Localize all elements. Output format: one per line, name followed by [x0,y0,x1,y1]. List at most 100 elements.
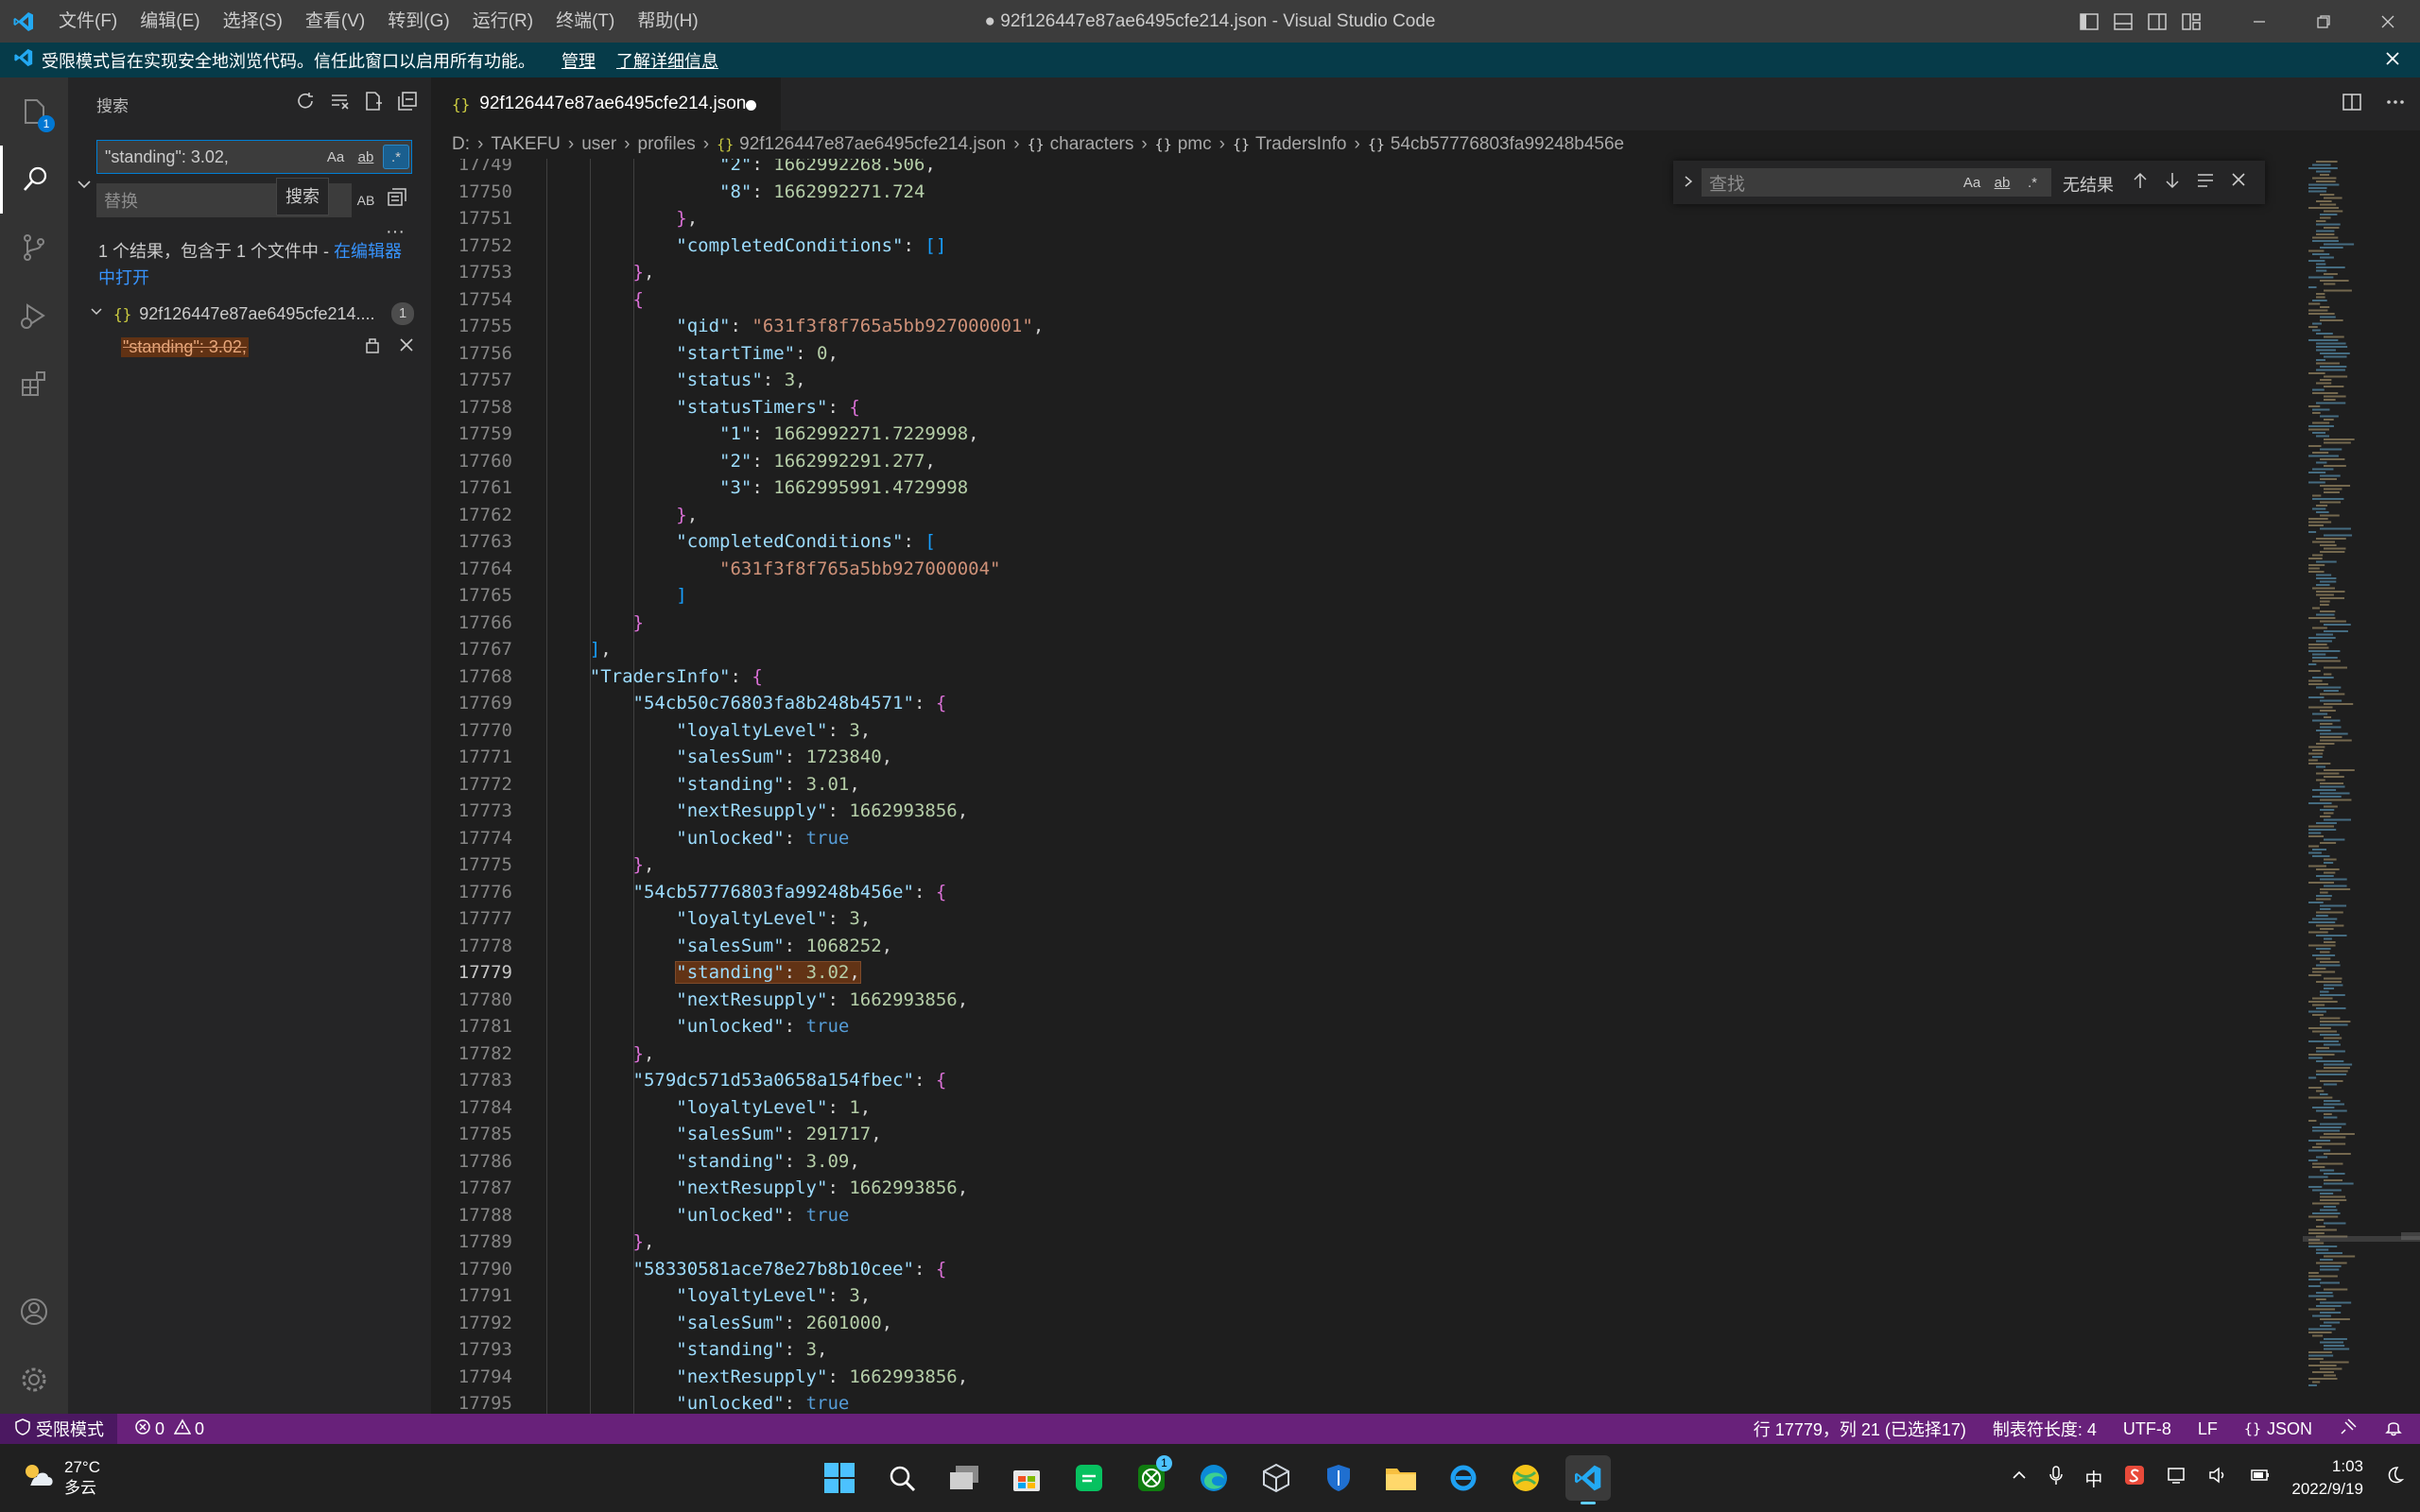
start-windows-icon[interactable] [817,1455,862,1501]
minimap-line [2308,1328,2336,1331]
find-regex-toggle[interactable]: .* [2019,170,2046,195]
volume-icon[interactable] [2208,1466,2229,1490]
restore-button[interactable] [2291,0,2356,43]
toggle-panel-icon[interactable] [2106,0,2140,43]
find-whole-word-toggle[interactable]: ab [1989,170,2015,195]
media-player-icon[interactable] [1503,1455,1548,1501]
toggle-secondary-sidebar-icon[interactable] [2140,0,2174,43]
edge-icon[interactable] [1191,1455,1236,1501]
close-window-button[interactable] [2356,0,2420,43]
input-method[interactable]: 中 [2084,1466,2102,1491]
learn-more-link[interactable]: 了解详细信息 [616,48,718,73]
toggle-sidebar-icon[interactable] [2072,0,2106,43]
dismiss-icon[interactable] [397,335,416,359]
menu-selection[interactable]: 选择(S) [212,0,294,43]
close-banner-icon[interactable] [2382,48,2403,74]
collapse-all-icon[interactable] [397,91,418,116]
search-input[interactable]: "standing": 3.02, Aa ab .* [96,140,412,174]
language-mode[interactable]: {} JSON [2244,1419,2312,1439]
replace-icon[interactable] [363,335,382,359]
battery-icon[interactable] [2250,1466,2271,1490]
menu-view[interactable]: 查看(V) [294,0,376,43]
explorer-icon[interactable]: 1 [0,77,68,146]
clear-results-icon[interactable] [329,91,350,116]
internet-explorer-icon[interactable] [1441,1455,1486,1501]
next-match-arrow-down-icon[interactable] [2163,170,2182,197]
find-match-case-toggle[interactable]: Aa [1959,170,1985,195]
toggle-replace-chevron-icon[interactable] [1681,172,1696,197]
taskbar-search-icon[interactable] [879,1455,925,1501]
manage-link[interactable]: 管理 [562,48,596,73]
problems-indicator[interactable]: 0 0 [134,1418,204,1440]
use-regex-toggle[interactable]: .* [383,145,409,169]
match-whole-word-toggle[interactable]: ab [353,145,379,169]
clock[interactable]: 1:03 2022/9/19 [2291,1455,2363,1501]
menu-file[interactable]: 文件(F) [47,0,129,43]
previous-match-arrow-up-icon[interactable] [2131,170,2150,197]
settings-gear-icon[interactable] [0,1346,68,1414]
microsoft-store-icon[interactable] [1004,1455,1049,1501]
minimap[interactable] [2303,159,2420,1414]
breadcrumb-tradersinfo[interactable]: TradersInfo [1255,134,1346,155]
encoding[interactable]: UTF-8 [2123,1419,2171,1439]
unsaved-dot-icon[interactable] [746,100,756,111]
scrollbar-thumb[interactable] [2401,1232,2420,1240]
breadcrumb-takefu[interactable]: TAKEFU [491,134,561,155]
new-search-editor-icon[interactable] [363,91,384,116]
search-match-item[interactable]: "standing": 3.02, [68,333,431,361]
wechat-icon[interactable] [1066,1455,1112,1501]
weather-widget[interactable]: 27°C 多云 [21,1457,100,1499]
notification-moon-icon[interactable] [2384,1465,2405,1491]
sogou-ime-icon[interactable] [2123,1464,2146,1492]
extensions-icon[interactable] [0,350,68,418]
notifications-bell-icon[interactable] [2384,1418,2403,1441]
minimap-line [2308,339,2339,341]
end-of-line[interactable]: LF [2198,1419,2218,1439]
breadcrumb-trader-id[interactable]: 54cb57776803fa99248b456e [1391,134,1624,155]
breadcrumb-profiles[interactable]: profiles [638,134,696,155]
chevron-up-icon[interactable] [2011,1467,2028,1489]
tab-size[interactable]: 制表符长度: 4 [1993,1417,2097,1441]
search-icon[interactable] [0,146,68,214]
accounts-icon[interactable] [0,1278,68,1346]
xbox-icon[interactable]: 1 [1129,1455,1174,1501]
breadcrumb-pmc[interactable]: pmc [1178,134,1212,155]
breadcrumb-file[interactable]: 92f126447e87ae6495cfe214.json [739,134,1006,155]
split-editor-icon[interactable] [2341,91,2363,119]
breadcrumb-characters[interactable]: characters [1050,134,1134,155]
unity-icon[interactable] [1253,1455,1299,1501]
file-explorer-folder-icon[interactable] [1378,1455,1424,1501]
restricted-mode-indicator[interactable]: 受限模式 [0,1414,117,1444]
close-find-icon[interactable] [2229,170,2248,197]
microphone-icon[interactable] [2048,1465,2064,1491]
find-input[interactable]: 查找 Aa ab .* [1702,168,2051,197]
menu-run[interactable]: 运行(R) [461,0,544,43]
defender-shield-icon[interactable] [1316,1455,1361,1501]
menu-help[interactable]: 帮助(H) [626,0,709,43]
replace-all-icon[interactable] [386,185,408,214]
minimize-button[interactable] [2227,0,2291,43]
cursor-position[interactable]: 行 17779，列 21 (已选择17) [1754,1417,1966,1441]
menu-terminal[interactable]: 终端(T) [544,0,626,43]
toggle-replace-chevron-icon[interactable] [74,174,95,200]
breadcrumb-user[interactable]: user [581,134,616,155]
match-case-toggle[interactable]: Aa [322,145,349,169]
source-control-icon[interactable] [0,214,68,282]
menu-edit[interactable]: 编辑(E) [129,0,211,43]
feedback-icon[interactable] [2339,1418,2358,1441]
breadcrumb-drive[interactable]: D: [452,134,470,155]
restricted-mode-banner: 受限模式旨在实现安全地浏览代码。信任此窗口以启用所有功能。 管理 了解详细信息 [0,43,2420,77]
vscode-taskbar-icon[interactable] [1565,1455,1611,1504]
customize-layout-icon[interactable] [2174,0,2208,43]
network-icon[interactable] [2167,1466,2187,1490]
menu-go[interactable]: 转到(G) [376,0,460,43]
preserve-case-toggle[interactable]: AB [352,187,380,214]
task-view-icon[interactable] [942,1455,987,1501]
code-editor[interactable]: 17749 "2": 1662992268.506, 17750 "8": 166… [431,159,2303,1414]
run-debug-icon[interactable] [0,282,68,350]
find-in-selection-icon[interactable] [2195,170,2216,197]
refresh-icon[interactable] [295,91,316,116]
more-actions-icon[interactable] [2384,91,2407,119]
result-file-row[interactable]: {} 92f126447e87ae6495cfe214.... 1 [68,301,431,327]
editor-tab[interactable]: {} 92f126447e87ae6495cfe214.json [431,77,781,130]
